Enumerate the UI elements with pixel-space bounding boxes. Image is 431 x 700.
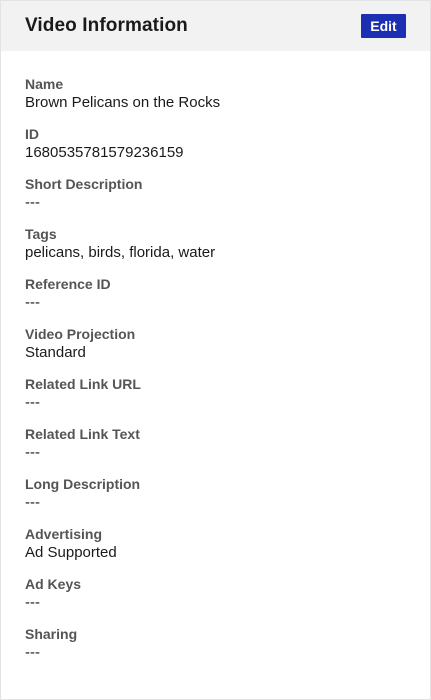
field-value: ---	[25, 444, 40, 461]
field-reference-id: Reference ID ---	[25, 275, 406, 325]
field-label: Related Link URL	[25, 376, 141, 392]
field-related-link-text: Related Link Text ---	[25, 425, 406, 475]
field-value: ---	[25, 494, 40, 511]
field-short-description: Short Description ---	[25, 175, 406, 225]
field-value: pelicans, birds, florida, water	[25, 244, 216, 261]
panel-header: Video Information Edit	[1, 1, 430, 51]
video-information-panel: Video Information Edit Name Brown Pelica…	[0, 0, 431, 700]
field-value: 1680535781579236159	[25, 144, 184, 161]
field-value: ---	[25, 594, 40, 611]
field-advertising: Advertising Ad Supported	[25, 525, 406, 575]
field-list: Name Brown Pelicans on the Rocks ID 1680…	[1, 51, 430, 675]
field-label: Reference ID	[25, 276, 111, 292]
field-video-projection: Video Projection Standard	[25, 325, 406, 375]
field-label: Sharing	[25, 626, 78, 642]
field-value: Standard	[25, 344, 86, 361]
field-value: ---	[25, 644, 40, 661]
field-related-link-url: Related Link URL ---	[25, 375, 406, 425]
field-label: Related Link Text	[25, 426, 140, 442]
field-name: Name Brown Pelicans on the Rocks	[25, 75, 406, 125]
panel-title: Video Information	[25, 15, 188, 36]
field-long-description: Long Description ---	[25, 475, 406, 525]
field-value: ---	[25, 394, 40, 411]
field-value: ---	[25, 294, 40, 311]
field-id: ID 1680535781579236159	[25, 125, 406, 175]
field-value: ---	[25, 194, 40, 211]
field-label: Advertising	[25, 526, 103, 542]
field-tags: Tags pelicans, birds, florida, water	[25, 225, 406, 275]
field-label: Ad Keys	[25, 576, 82, 592]
field-label: Long Description	[25, 476, 141, 492]
field-value: Brown Pelicans on the Rocks	[25, 94, 221, 111]
field-value: Ad Supported	[25, 544, 117, 561]
field-label: Short Description	[25, 176, 143, 192]
field-label: Video Projection	[25, 326, 136, 342]
field-label: ID	[25, 126, 39, 142]
field-label: Tags	[25, 226, 57, 242]
field-sharing: Sharing ---	[25, 625, 406, 675]
edit-button[interactable]: Edit	[361, 14, 406, 38]
field-label: Name	[25, 76, 64, 92]
field-ad-keys: Ad Keys ---	[25, 575, 406, 625]
